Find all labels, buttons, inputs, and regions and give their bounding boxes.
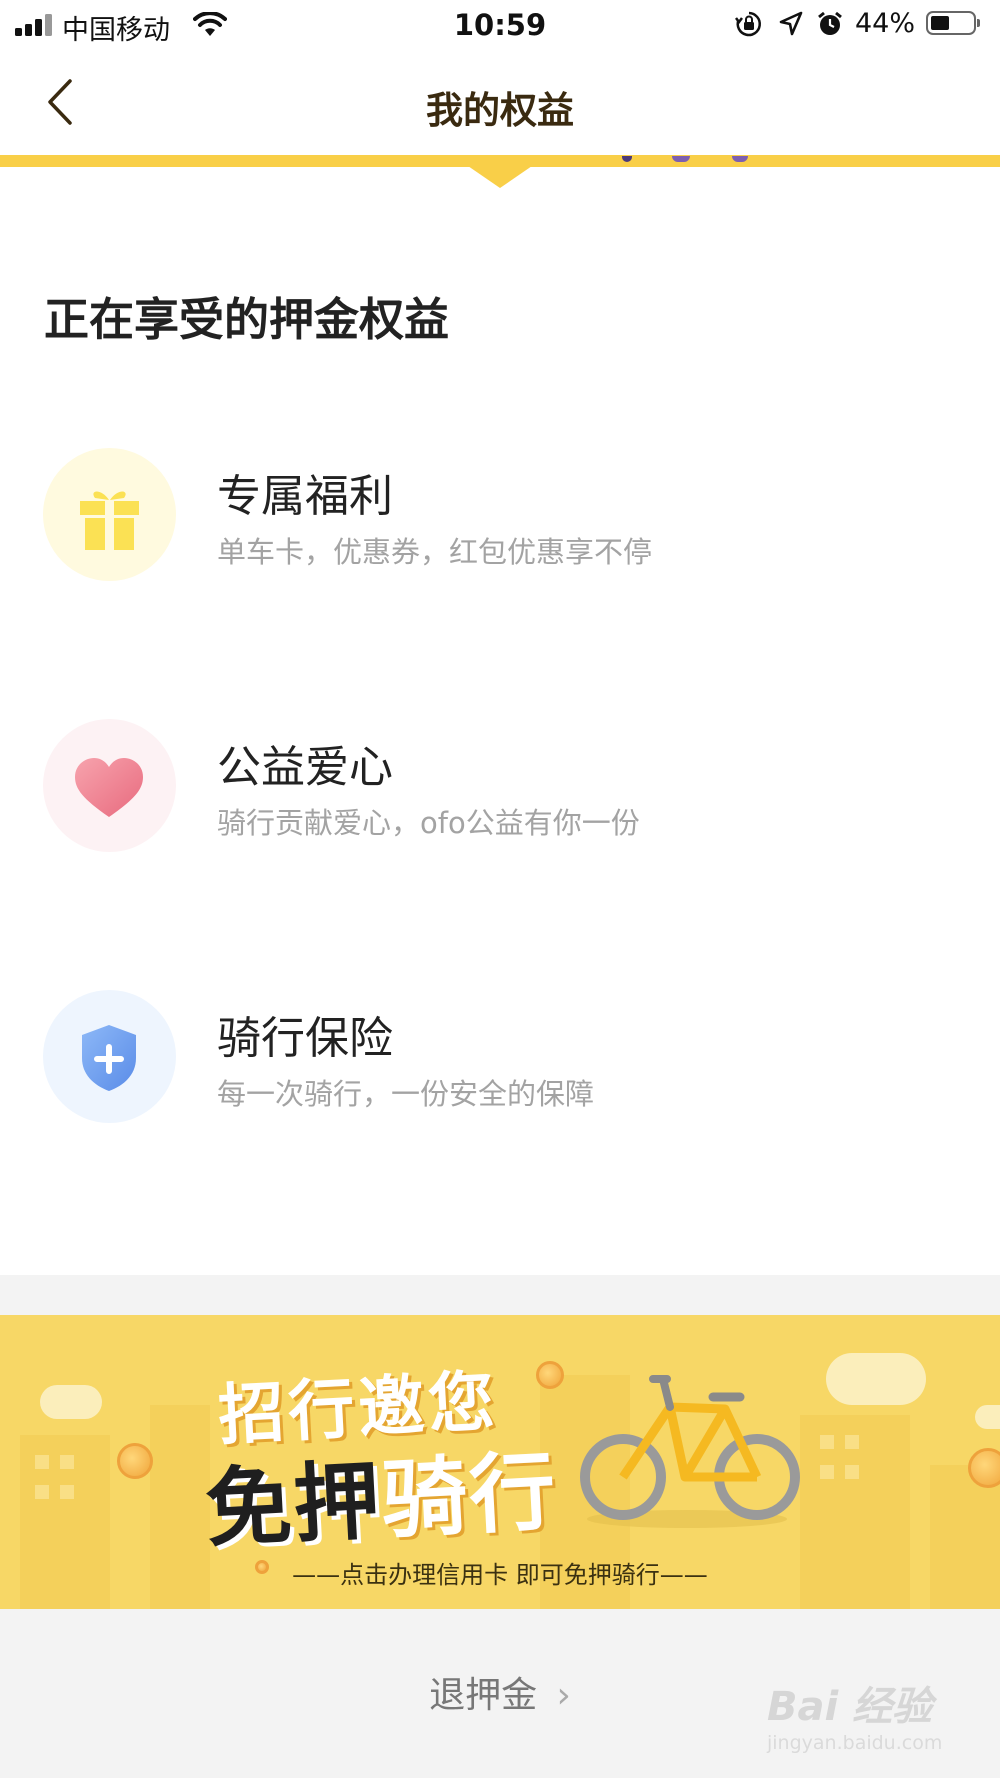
coin-icon [968,1448,1000,1488]
window-decor [820,1435,834,1449]
benefit-title: 骑行保险 [217,1013,393,1064]
window-decor [820,1465,834,1479]
benefit-item-charity[interactable]: 公益爱心 骑行贡献爱心，ofo公益有你一份 [0,719,1000,859]
window-decor [845,1435,859,1449]
alarm-icon [818,11,842,35]
page-title: 我的权益 [426,89,574,132]
benefit-subtitle: 每一次骑行，一份安全的保障 [217,1077,595,1111]
gift-icon-badge [43,448,176,581]
cloud-decor [826,1353,926,1405]
window-decor [845,1465,859,1479]
heart-icon [75,758,143,817]
section-title: 正在享受的押金权益 [44,293,450,346]
nav-bar: 我的权益 [0,50,1000,155]
window-decor [35,1485,49,1499]
promo-banner[interactable]: 招行邀您 免押骑行 ——点击办理信用卡 即可免押骑行—— [0,1315,1000,1609]
shield-plus-icon [82,1025,136,1091]
coin-icon [536,1361,564,1389]
battery-icon [926,11,980,35]
banner-subtitle: ——点击办理信用卡 即可免押骑行—— [292,1561,708,1589]
coin-icon [117,1443,153,1479]
rotation-lock-icon [735,11,761,37]
banner-slogan: 免押骑行 [202,1421,560,1564]
refund-deposit-label: 退押金 [429,1675,538,1716]
baidu-watermark: Bai 经验 jingyan.baidu.com [767,1670,977,1770]
benefit-item-welfare[interactable]: 专属福利 单车卡，优惠券，红包优惠享不停 [0,448,1000,588]
benefit-title: 公益爱心 [217,742,393,793]
header-pointer [468,166,532,188]
banner-slogan-black: 免押 [203,1451,385,1561]
window-decor [60,1485,74,1499]
window-decor [35,1455,49,1469]
banner-slogan-white: 骑行 [378,1441,560,1551]
status-bar: 中国移动 10:59 44% [0,0,1000,50]
location-arrow-icon [779,11,803,36]
heart-icon-badge [43,719,176,852]
cloud-decor [975,1405,1000,1429]
battery-percent: 44% [855,8,916,39]
cloud-decor [40,1385,102,1419]
watermark-brand: Bai 经验 [767,1684,933,1730]
shield-icon-badge [43,990,176,1123]
gift-icon [80,491,139,550]
chevron-right-icon: › [556,1675,571,1716]
benefit-subtitle: 骑行贡献爱心，ofo公益有你一份 [217,806,640,840]
benefit-subtitle: 单车卡，优惠券，红包优惠享不停 [217,535,653,569]
benefit-item-insurance[interactable]: 骑行保险 每一次骑行，一份安全的保障 [0,990,1000,1130]
watermark-url: jingyan.baidu.com [767,1732,943,1754]
benefit-title: 专属福利 [217,471,393,522]
bicycle-icon [580,1375,800,1528]
window-decor [60,1455,74,1469]
clock: 10:59 [453,8,547,42]
